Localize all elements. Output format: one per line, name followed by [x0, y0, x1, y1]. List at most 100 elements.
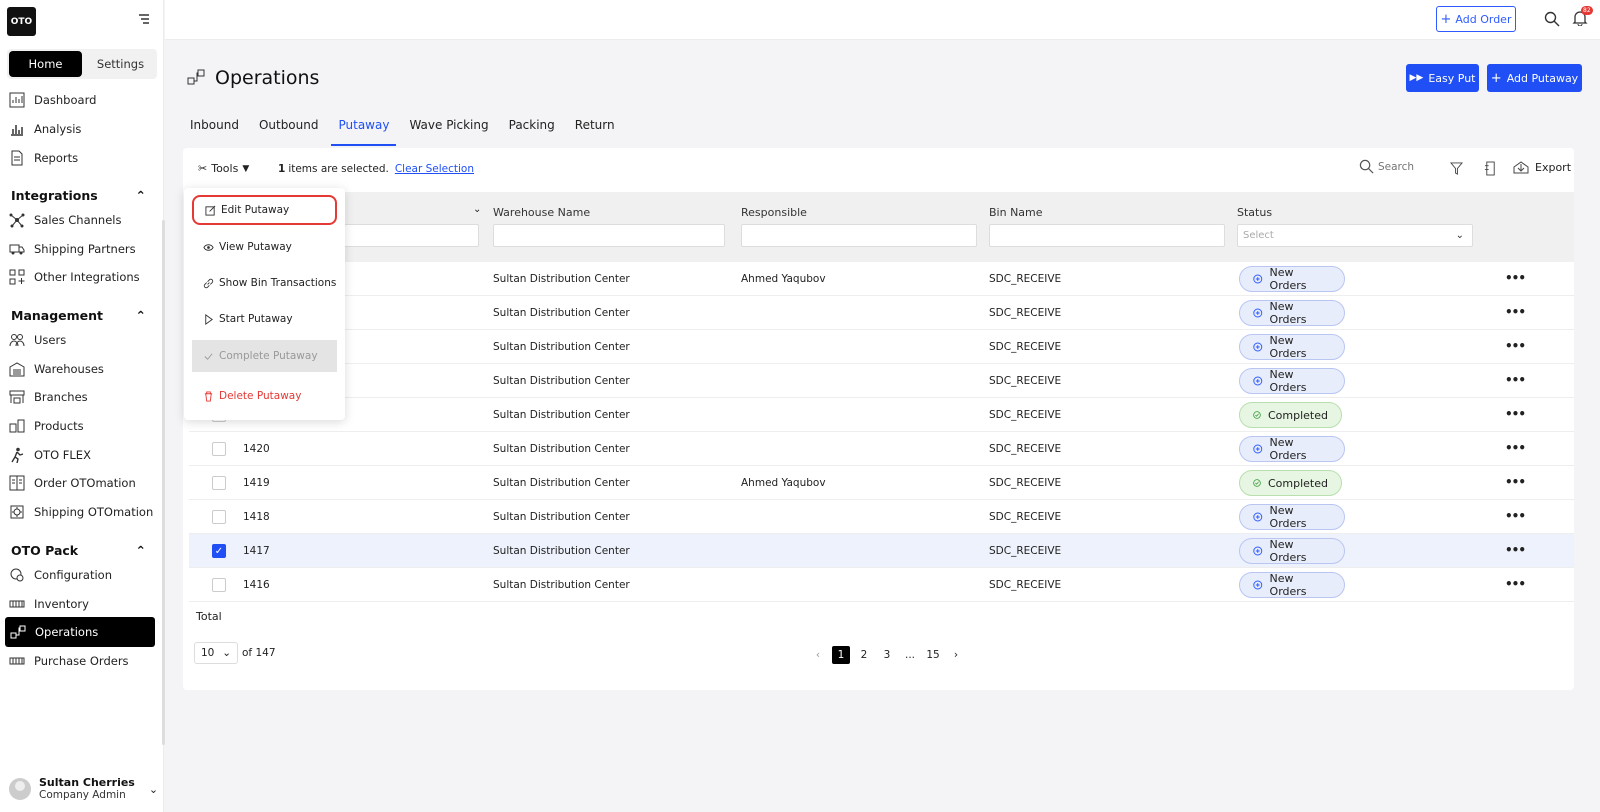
- menu-view-putaway[interactable]: View Putaway: [192, 232, 337, 262]
- row-checkbox[interactable]: [212, 442, 226, 456]
- responsible-filter-input[interactable]: [741, 224, 977, 247]
- tab-wave-picking[interactable]: Wave Picking: [402, 118, 495, 146]
- table-row[interactable]: 1419 Sultan Distribution Center Ahmed Yaqu…: [189, 466, 1574, 500]
- sidebar: OTO Home Settings Dashboard Analysis Rep…: [0, 0, 165, 812]
- column-status[interactable]: Status: [1237, 206, 1272, 219]
- sidebar-item-analysis[interactable]: Analysis: [8, 117, 81, 141]
- table-row[interactable]: Sultan Distribution Center SDC_RECEIVE Com…: [189, 398, 1574, 432]
- section-integrations[interactable]: Integrations ⌃: [11, 188, 146, 203]
- sidebar-item-sales-channels[interactable]: Sales Channels: [8, 208, 121, 232]
- sidebar-item-purchase-orders[interactable]: Purchase Orders: [8, 649, 129, 673]
- column-bin-name[interactable]: Bin Name: [989, 206, 1043, 219]
- table-row[interactable]: Sultan Distribution Center SDC_RECEIVE New…: [189, 330, 1574, 364]
- row-actions-icon[interactable]: •••: [1505, 271, 1526, 285]
- sidebar-item-operations[interactable]: Operations: [5, 617, 155, 647]
- link-icon: [203, 278, 214, 288]
- add-putaway-button[interactable]: + Add Putaway: [1487, 64, 1582, 92]
- row-actions-icon[interactable]: •••: [1505, 543, 1526, 557]
- notification-badge: 82: [1581, 6, 1593, 15]
- sidebar-scrollbar[interactable]: [162, 220, 165, 745]
- row-actions-icon[interactable]: •••: [1505, 339, 1526, 353]
- tools-dropdown[interactable]: ✂ Tools ▼: [198, 162, 249, 175]
- column-warehouse-name[interactable]: Warehouse Name: [493, 206, 590, 219]
- clear-selection-link[interactable]: Clear Selection: [395, 163, 474, 175]
- row-actions-icon[interactable]: •••: [1505, 305, 1526, 319]
- table-row[interactable]: Sultan Distribution Center SDC_RECEIVE New…: [189, 364, 1574, 398]
- row-actions-icon[interactable]: •••: [1505, 407, 1526, 421]
- menu-complete-putaway[interactable]: Complete Putaway: [192, 340, 337, 372]
- row-checkbox[interactable]: [212, 476, 226, 490]
- chevron-down-icon[interactable]: ⌄: [473, 204, 481, 215]
- column-responsible[interactable]: Responsible: [741, 206, 807, 219]
- sidebar-item-shipping-otomation[interactable]: Shipping OTOmation: [8, 500, 153, 524]
- collapse-menu-icon[interactable]: [138, 13, 150, 25]
- row-checkbox[interactable]: [212, 578, 226, 592]
- tab-return[interactable]: Return: [568, 118, 622, 146]
- search-input[interactable]: [1378, 160, 1438, 173]
- menu-edit-putaway[interactable]: Edit Putaway: [192, 195, 337, 225]
- page-15[interactable]: 15: [924, 646, 942, 664]
- row-actions-icon[interactable]: •••: [1505, 475, 1526, 489]
- row-actions-icon[interactable]: •••: [1505, 509, 1526, 523]
- sidebar-item-inventory[interactable]: Inventory: [8, 592, 89, 616]
- row-warehouse: Sultan Distribution Center: [493, 477, 630, 489]
- id-filter-input[interactable]: [339, 224, 479, 247]
- sidebar-item-label: Purchase Orders: [34, 654, 129, 668]
- section-oto-pack[interactable]: OTO Pack ⌃: [11, 543, 146, 558]
- row-checkbox[interactable]: ✓: [212, 544, 226, 558]
- row-actions-icon[interactable]: •••: [1505, 577, 1526, 591]
- chevron-down-icon[interactable]: ⌄: [149, 783, 158, 796]
- table-row[interactable]: 1416 Sultan Distribution Center SDC_RECEIV…: [189, 568, 1574, 602]
- status-filter-select[interactable]: Select ⌄: [1237, 224, 1473, 247]
- easy-put-button[interactable]: ▶▶ Easy Put: [1406, 64, 1479, 92]
- row-actions-icon[interactable]: •••: [1505, 373, 1526, 387]
- oto-logo[interactable]: OTO: [7, 7, 36, 36]
- sidebar-item-shipping-partners[interactable]: Shipping Partners: [8, 237, 136, 261]
- tab-putaway[interactable]: Putaway: [331, 118, 397, 146]
- search-box[interactable]: [1359, 159, 1438, 174]
- sidebar-item-users[interactable]: Users: [8, 328, 66, 352]
- tab-packing[interactable]: Packing: [502, 118, 562, 146]
- page-size-select[interactable]: 10 ⌄: [194, 642, 238, 664]
- user-profile[interactable]: Sultan Cherries Company Admin ⌄: [9, 776, 158, 802]
- sidebar-item-reports[interactable]: Reports: [8, 146, 78, 170]
- section-management[interactable]: Management ⌃: [11, 308, 146, 323]
- sidebar-item-products[interactable]: Products: [8, 414, 84, 438]
- filter-icon[interactable]: [1450, 162, 1463, 175]
- columns-icon[interactable]: [1484, 161, 1497, 176]
- next-page-icon[interactable]: ›: [947, 646, 965, 664]
- tab-home[interactable]: Home: [9, 51, 82, 77]
- new-orders-icon: [1253, 512, 1263, 522]
- tab-settings[interactable]: Settings: [84, 49, 157, 79]
- prev-page-icon[interactable]: ‹: [809, 646, 827, 664]
- menu-delete-putaway[interactable]: Delete Putaway: [192, 381, 337, 411]
- page-1[interactable]: 1: [832, 646, 850, 664]
- table-row[interactable]: ✓ 1417 Sultan Distribution Center SDC_RECEI…: [189, 534, 1574, 568]
- row-checkbox[interactable]: [212, 510, 226, 524]
- export-button[interactable]: Export: [1513, 160, 1571, 174]
- sidebar-item-branches[interactable]: Branches: [8, 385, 88, 409]
- search-icon[interactable]: [1544, 11, 1560, 27]
- chevron-up-icon: ⌃: [135, 308, 146, 323]
- table-row[interactable]: 1420 Sultan Distribution Center SDC_RECEIV…: [189, 432, 1574, 466]
- tab-inbound[interactable]: Inbound: [183, 118, 246, 146]
- warehouse-filter-input[interactable]: [493, 224, 725, 247]
- table-row[interactable]: Sultan Distribution Center SDC_RECEIVE New…: [189, 296, 1574, 330]
- page-2[interactable]: 2: [855, 646, 873, 664]
- menu-show-bin-transactions[interactable]: Show Bin Transactions: [192, 268, 337, 298]
- notifications-button[interactable]: 82: [1572, 6, 1593, 28]
- table-row[interactable]: Sultan Distribution Center Ahmed Yaqubov S…: [189, 262, 1574, 296]
- sidebar-item-warehouses[interactable]: Warehouses: [8, 357, 104, 381]
- row-actions-icon[interactable]: •••: [1505, 441, 1526, 455]
- bin-filter-input[interactable]: [989, 224, 1225, 247]
- sidebar-item-order-otomation[interactable]: Order OTOmation: [8, 471, 136, 495]
- tab-outbound[interactable]: Outbound: [252, 118, 326, 146]
- add-order-button[interactable]: + Add Order: [1436, 6, 1516, 32]
- page-3[interactable]: 3: [878, 646, 896, 664]
- sidebar-item-configuration[interactable]: Configuration: [8, 563, 112, 587]
- sidebar-item-other-integrations[interactable]: Other Integrations: [8, 265, 140, 289]
- sidebar-item-oto-flex[interactable]: OTO FLEX: [8, 443, 91, 467]
- menu-start-putaway[interactable]: Start Putaway: [192, 304, 337, 334]
- sidebar-item-dashboard[interactable]: Dashboard: [8, 88, 96, 112]
- table-row[interactable]: 1418 Sultan Distribution Center SDC_RECEIV…: [189, 500, 1574, 534]
